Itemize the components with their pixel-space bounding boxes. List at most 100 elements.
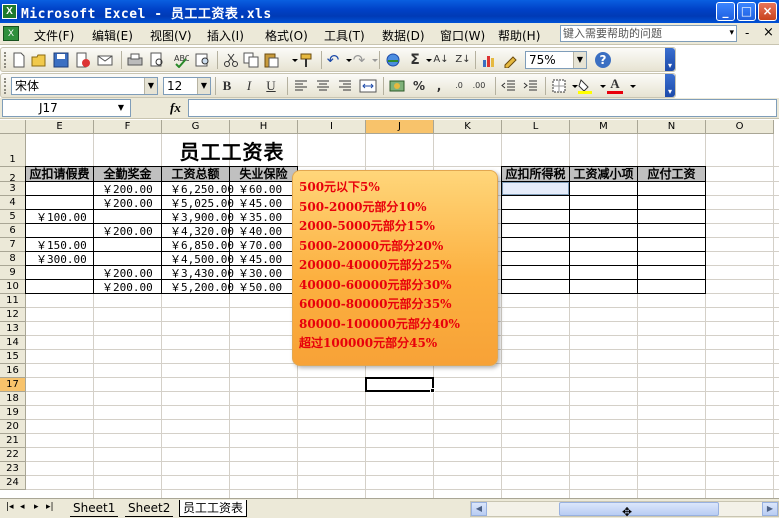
cell-value[interactable]: ￥150.00: [36, 239, 87, 252]
cell-value[interactable]: ￥4,500.00: [170, 253, 234, 266]
menu-format[interactable]: 格式(O): [265, 27, 308, 44]
table-header-cell[interactable]: 工资减小项: [569, 166, 638, 182]
cell-value[interactable]: ￥5,025.00: [170, 197, 234, 210]
table-header-cell[interactable]: 全勤奖金: [93, 166, 162, 182]
menu-edit[interactable]: 编辑(E): [92, 27, 133, 44]
first-sheet-icon[interactable]: |◂: [6, 502, 14, 512]
redo-icon[interactable]: ↷: [351, 52, 367, 68]
scroll-left-icon[interactable]: ◀: [471, 502, 487, 516]
email-icon[interactable]: [97, 52, 113, 68]
percent-button[interactable]: %: [411, 78, 427, 94]
sort-descending-icon[interactable]: Z↓: [455, 52, 471, 68]
close-button[interactable]: ×: [758, 2, 777, 21]
chart-icon[interactable]: [481, 52, 497, 68]
table-cell[interactable]: [501, 223, 570, 238]
spelling-icon[interactable]: ABC: [173, 52, 191, 69]
row-header-16[interactable]: 16: [0, 364, 26, 378]
currency-icon[interactable]: [389, 78, 405, 94]
table-cell[interactable]: [637, 279, 706, 294]
menu-tools[interactable]: 工具(T): [324, 27, 365, 44]
menu-help[interactable]: 帮助(H): [498, 27, 540, 44]
cut-icon[interactable]: [223, 52, 239, 68]
table-cell[interactable]: [637, 223, 706, 238]
row-header-9[interactable]: 9: [0, 266, 26, 280]
table-cell[interactable]: [25, 279, 94, 294]
table-cell[interactable]: [501, 265, 570, 280]
table-cell[interactable]: [25, 265, 94, 280]
document-icon[interactable]: X: [3, 26, 19, 41]
open-icon[interactable]: [31, 52, 47, 68]
toolbar-options-icon[interactable]: ▾: [665, 74, 675, 97]
bold-button[interactable]: B: [219, 78, 235, 94]
cell-value[interactable]: ￥35.00: [238, 211, 282, 224]
cell-value[interactable]: ￥40.00: [238, 225, 282, 238]
table-cell[interactable]: [501, 209, 570, 224]
cell-value[interactable]: ￥45.00: [238, 197, 282, 210]
row-header-22[interactable]: 22: [0, 448, 26, 462]
row-header-5[interactable]: 5: [0, 210, 26, 224]
menu-insert[interactable]: 插入(I): [207, 27, 244, 44]
increase-indent-icon[interactable]: [523, 78, 539, 94]
table-cell[interactable]: [501, 279, 570, 294]
cell-value[interactable]: ￥200.00: [102, 281, 153, 294]
print-icon[interactable]: [127, 52, 143, 68]
align-right-icon[interactable]: [337, 78, 353, 94]
row-header-7[interactable]: 7: [0, 238, 26, 252]
menu-file[interactable]: 文件(F): [34, 27, 74, 44]
toolbar-grip[interactable]: [4, 78, 7, 94]
row-header-13[interactable]: 13: [0, 322, 26, 336]
table-cell[interactable]: [93, 209, 162, 224]
highlighted-cell[interactable]: [502, 182, 569, 195]
format-painter-icon[interactable]: [299, 52, 315, 68]
toolbar-grip[interactable]: [4, 52, 7, 68]
menu-view[interactable]: 视图(V): [150, 27, 192, 44]
help-icon[interactable]: ?: [595, 52, 611, 68]
table-header-cell[interactable]: 失业保险: [229, 166, 298, 182]
table-cell[interactable]: [637, 195, 706, 210]
row-header-6[interactable]: 6: [0, 224, 26, 238]
table-cell[interactable]: [637, 209, 706, 224]
column-header-n[interactable]: N: [638, 120, 706, 134]
row-header-23[interactable]: 23: [0, 462, 26, 476]
tab-sheet1[interactable]: Sheet1: [70, 500, 119, 517]
fill-handle[interactable]: [430, 388, 435, 393]
row-header-8[interactable]: 8: [0, 252, 26, 266]
toolbar-options-icon[interactable]: ▾: [665, 48, 675, 71]
merge-center-icon[interactable]: [359, 78, 377, 94]
comma-button[interactable]: ,: [431, 78, 447, 94]
select-all-button[interactable]: [0, 120, 26, 134]
menu-window[interactable]: 窗口(W): [440, 27, 485, 44]
chevron-down-icon[interactable]: ▾: [729, 26, 734, 41]
row-header-2[interactable]: 2: [0, 167, 26, 184]
table-cell[interactable]: [93, 237, 162, 252]
font-name-select[interactable]: 宋体 ▼: [11, 77, 158, 95]
cell-value[interactable]: ￥4,320.00: [170, 225, 234, 238]
fill-color-icon[interactable]: [577, 78, 593, 94]
row-header-24[interactable]: 24: [0, 476, 26, 490]
align-center-icon[interactable]: [315, 78, 331, 94]
save-icon[interactable]: [53, 52, 69, 68]
underline-button[interactable]: U: [263, 78, 279, 94]
drawing-icon[interactable]: [503, 52, 519, 69]
chevron-down-icon[interactable]: [367, 52, 383, 68]
row-header-3[interactable]: 3: [0, 182, 26, 196]
column-header-l[interactable]: L: [502, 120, 570, 134]
column-header-k[interactable]: K: [434, 120, 502, 134]
doc-restore-button[interactable]: -: [745, 26, 749, 40]
research-icon[interactable]: [195, 52, 211, 68]
active-cell[interactable]: [365, 377, 435, 393]
table-cell[interactable]: [25, 181, 94, 196]
row-header-4[interactable]: 4: [0, 196, 26, 210]
chevron-down-icon[interactable]: [625, 78, 641, 94]
table-cell[interactable]: [569, 265, 638, 280]
row-header-19[interactable]: 19: [0, 406, 26, 420]
chevron-down-icon[interactable]: ▼: [118, 100, 124, 116]
table-cell[interactable]: [25, 223, 94, 238]
table-header-cell[interactable]: 应扣所得税: [501, 166, 570, 182]
cell-value[interactable]: ￥3,430.00: [170, 267, 234, 280]
table-header-cell[interactable]: 应付工资: [637, 166, 706, 182]
column-header-o[interactable]: O: [706, 120, 774, 134]
table-cell[interactable]: [569, 223, 638, 238]
maximize-button[interactable]: □: [737, 2, 756, 21]
table-cell[interactable]: [637, 251, 706, 266]
